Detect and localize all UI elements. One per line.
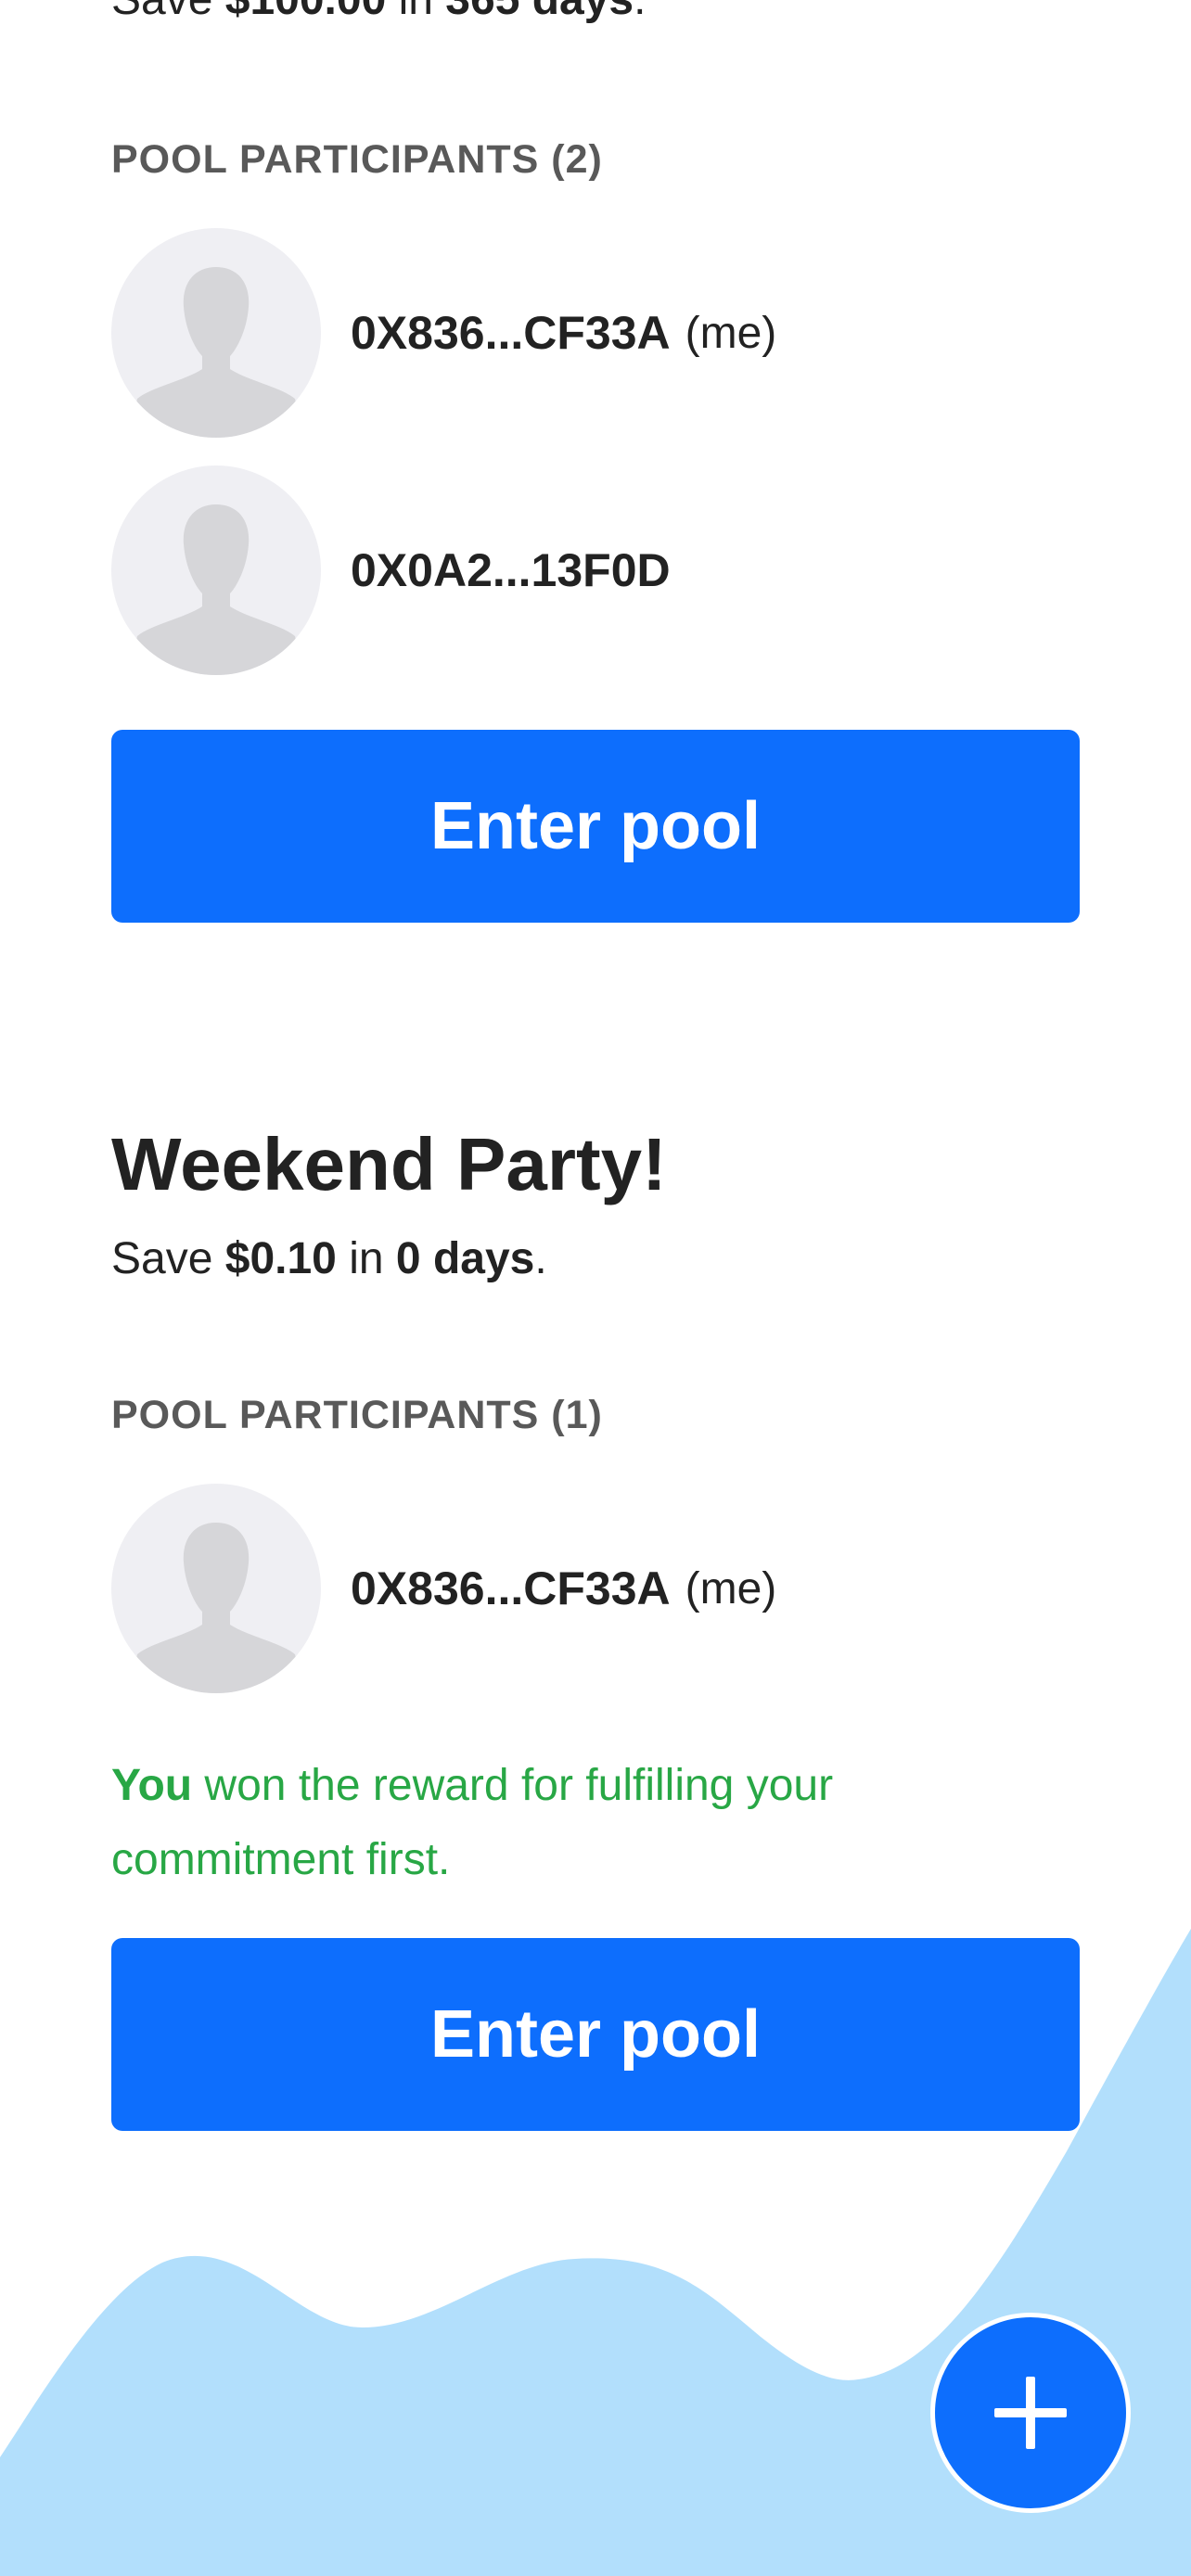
participant-row: 0X836...CF33A (me) <box>111 228 776 438</box>
participant-address: 0X836...CF33A <box>351 1562 671 1614</box>
user-silhouette-icon <box>128 267 304 438</box>
enter-pool-button[interactable]: Enter pool <box>111 730 1080 923</box>
pool-savings-summary: Save $0.10 in 0 days. <box>111 1234 547 1283</box>
avatar <box>111 1484 321 1693</box>
pool-duration: 365 days <box>445 0 634 24</box>
pool-participants-heading: POOL PARTICIPANTS (1) <box>111 1393 603 1437</box>
me-label: (me) <box>685 308 777 358</box>
me-label: (me) <box>685 1563 777 1613</box>
participant-row: 0X836...CF33A (me) <box>111 1484 776 1693</box>
participant-address: 0X0A2...13F0D <box>351 544 671 596</box>
reward-winner: You <box>111 1761 193 1810</box>
avatar <box>111 228 321 438</box>
pool-duration: 0 days <box>395 1234 535 1283</box>
enter-pool-button[interactable]: Enter pool <box>111 1938 1080 2131</box>
pool-title: Weekend Party! <box>111 1123 667 1205</box>
user-silhouette-icon <box>128 504 304 675</box>
pool-savings-summary: Save $100.00 in 365 days. <box>111 0 646 28</box>
participant-address: 0X836...CF33A <box>351 307 671 359</box>
pool-list: Save $100.00 in 365 days. POOL PARTICIPA… <box>0 0 1191 2576</box>
plus-icon <box>994 2377 1067 2449</box>
reward-status-message: You won the reward for fulfilling your c… <box>111 1761 834 1884</box>
add-pool-button[interactable] <box>930 2313 1131 2513</box>
participant-row: 0X0A2...13F0D <box>111 465 671 675</box>
pool-amount: $0.10 <box>224 1234 337 1283</box>
avatar <box>111 465 321 675</box>
user-silhouette-icon <box>128 1523 304 1693</box>
pool-participants-heading: POOL PARTICIPANTS (2) <box>111 137 603 182</box>
pool-amount: $100.00 <box>225 0 387 24</box>
